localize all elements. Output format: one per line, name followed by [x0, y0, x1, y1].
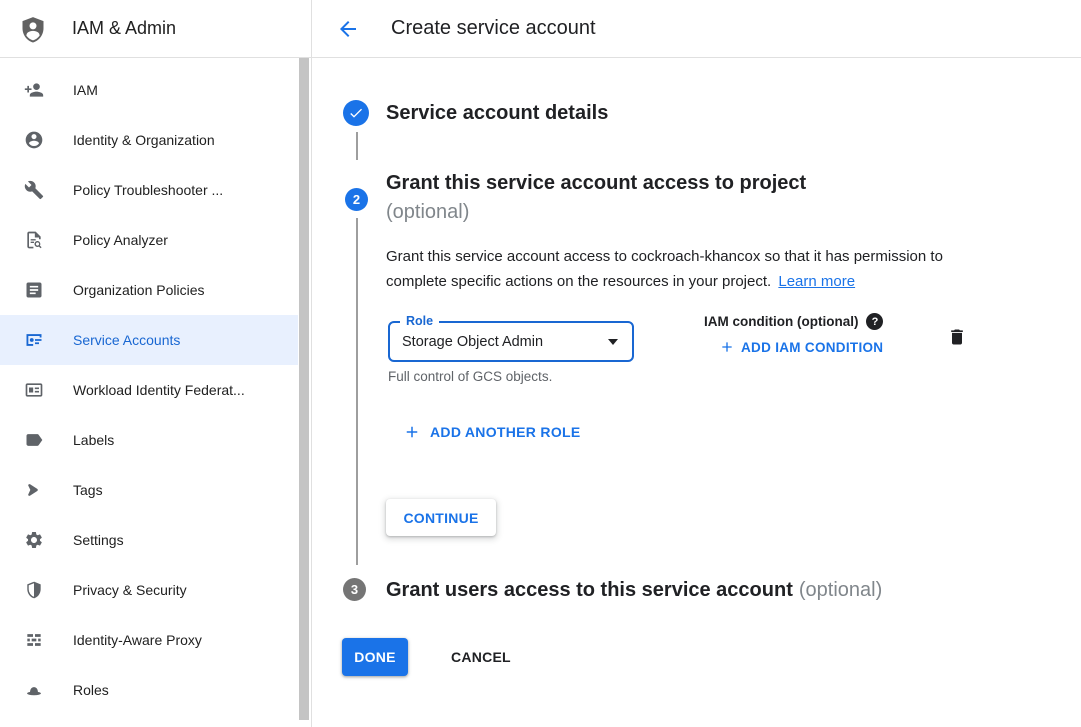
sidebar-nav: IAM Identity & Organization Policy Troub…	[0, 58, 311, 715]
step2-title: Grant this service account access to pro…	[386, 169, 806, 227]
sidebar-item-label: Settings	[73, 532, 124, 548]
plus-icon	[719, 339, 735, 355]
gear-icon	[24, 530, 44, 550]
role-selected-value: Storage Object Admin	[402, 334, 543, 350]
scrollbar-thumb[interactable]	[299, 58, 309, 720]
description-text: Grant this service account access to coc…	[386, 248, 943, 290]
sidebar-item-policy-troubleshooter[interactable]: Policy Troubleshooter ...	[0, 165, 311, 215]
caret-down-icon	[608, 339, 618, 345]
iam-condition-header: IAM condition (optional) ?	[704, 313, 883, 330]
main-panel: Create service account Service account d…	[312, 0, 1081, 727]
sidebar-item-workload-identity-federation[interactable]: Workload Identity Federat...	[0, 365, 311, 415]
policy-analyzer-icon	[24, 230, 44, 250]
step3-title[interactable]: Grant users access to this service accou…	[386, 579, 882, 602]
sidebar-item-identity-aware-proxy[interactable]: Identity-Aware Proxy	[0, 615, 311, 665]
sidebar-scrollbar[interactable]	[298, 58, 311, 727]
add-another-role-button[interactable]: ADD ANOTHER ROLE	[403, 423, 581, 441]
sidebar-item-label: Workload Identity Federat...	[73, 382, 245, 398]
article-icon	[24, 280, 44, 300]
sidebar-item-privacy-security[interactable]: Privacy & Security	[0, 565, 311, 615]
sidebar-item-organization-policies[interactable]: Organization Policies	[0, 265, 311, 315]
check-icon	[348, 105, 364, 121]
step2-optional-label: (optional)	[386, 198, 806, 227]
page-header: Create service account	[312, 0, 1081, 58]
service-account-icon	[24, 330, 44, 350]
wizard-content: Service account details 2 Grant this ser…	[312, 58, 1081, 727]
step2-number: 2	[353, 192, 360, 207]
role-helper-text: Full control of GCS objects.	[388, 369, 552, 384]
shield-half-icon	[24, 580, 44, 600]
sidebar-item-policy-analyzer[interactable]: Policy Analyzer	[0, 215, 311, 265]
sidebar-item-label: Service Accounts	[73, 332, 180, 348]
sidebar-item-tags[interactable]: Tags	[0, 465, 311, 515]
arrow-back-icon	[336, 17, 360, 41]
role-select[interactable]: Role Storage Object Admin	[388, 321, 634, 362]
sidebar-item-service-accounts[interactable]: Service Accounts	[0, 315, 311, 365]
learn-more-link[interactable]: Learn more	[778, 273, 855, 290]
iam-admin-shield-icon	[19, 15, 47, 43]
sidebar-item-iam[interactable]: IAM	[0, 65, 311, 115]
label-icon	[24, 430, 44, 450]
question-mark-icon[interactable]: ?	[866, 313, 883, 330]
sidebar-item-settings[interactable]: Settings	[0, 515, 311, 565]
step1-title[interactable]: Service account details	[386, 102, 608, 125]
page-title: Create service account	[391, 17, 596, 40]
sidebar-item-identity-organization[interactable]: Identity & Organization	[0, 115, 311, 165]
continue-button[interactable]: CONTINUE	[386, 499, 496, 536]
step3-title-text: Grant users access to this service accou…	[386, 579, 793, 601]
sidebar-item-label: Policy Analyzer	[73, 232, 168, 248]
iam-condition-label: IAM condition (optional)	[704, 314, 858, 329]
wrench-icon	[24, 180, 44, 200]
sidebar-item-label: Identity-Aware Proxy	[73, 632, 202, 648]
sidebar: IAM & Admin IAM Identity & Organization …	[0, 0, 312, 727]
sidebar-item-labels[interactable]: Labels	[0, 415, 311, 465]
sidebar-item-label: Roles	[73, 682, 109, 698]
sidebar-item-label: Organization Policies	[73, 282, 205, 298]
add-another-role-label: ADD ANOTHER ROLE	[430, 424, 581, 440]
add-iam-condition-label: ADD IAM CONDITION	[741, 340, 883, 355]
proxy-wall-icon	[24, 630, 44, 650]
sidebar-item-label: Tags	[73, 482, 103, 498]
sidebar-item-label: Labels	[73, 432, 114, 448]
hat-icon	[24, 680, 44, 700]
sidebar-item-label: Privacy & Security	[73, 582, 187, 598]
done-button[interactable]: DONE	[342, 638, 408, 676]
person-add-icon	[24, 80, 44, 100]
step3-number: 3	[351, 582, 358, 597]
sidebar-item-label: IAM	[73, 82, 98, 98]
app-window: IAM & Admin IAM Identity & Organization …	[0, 0, 1081, 727]
account-circle-icon	[24, 130, 44, 150]
sidebar-item-label: Policy Troubleshooter ...	[73, 182, 223, 198]
step3-number-badge: 3	[343, 578, 366, 601]
tag-icon	[24, 480, 44, 500]
step-connector	[356, 132, 358, 160]
role-field-label: Role	[400, 314, 439, 328]
step2-description: Grant this service account access to coc…	[386, 244, 983, 294]
cancel-button[interactable]: CANCEL	[443, 638, 519, 676]
delete-role-button[interactable]	[947, 327, 969, 349]
step2-title-text: Grant this service account access to pro…	[386, 172, 806, 194]
step3-optional-label: (optional)	[799, 579, 882, 601]
back-button[interactable]	[336, 17, 360, 41]
step1-completed-badge	[343, 100, 369, 126]
sidebar-header: IAM & Admin	[0, 0, 311, 58]
add-iam-condition-button[interactable]: ADD IAM CONDITION	[719, 339, 883, 355]
card-icon	[24, 380, 44, 400]
trash-icon	[947, 327, 967, 347]
plus-icon	[403, 423, 421, 441]
sidebar-item-label: Identity & Organization	[73, 132, 215, 148]
sidebar-title: IAM & Admin	[72, 18, 176, 39]
step2-number-badge: 2	[345, 188, 368, 211]
step-connector	[356, 218, 358, 565]
sidebar-item-roles[interactable]: Roles	[0, 665, 311, 715]
